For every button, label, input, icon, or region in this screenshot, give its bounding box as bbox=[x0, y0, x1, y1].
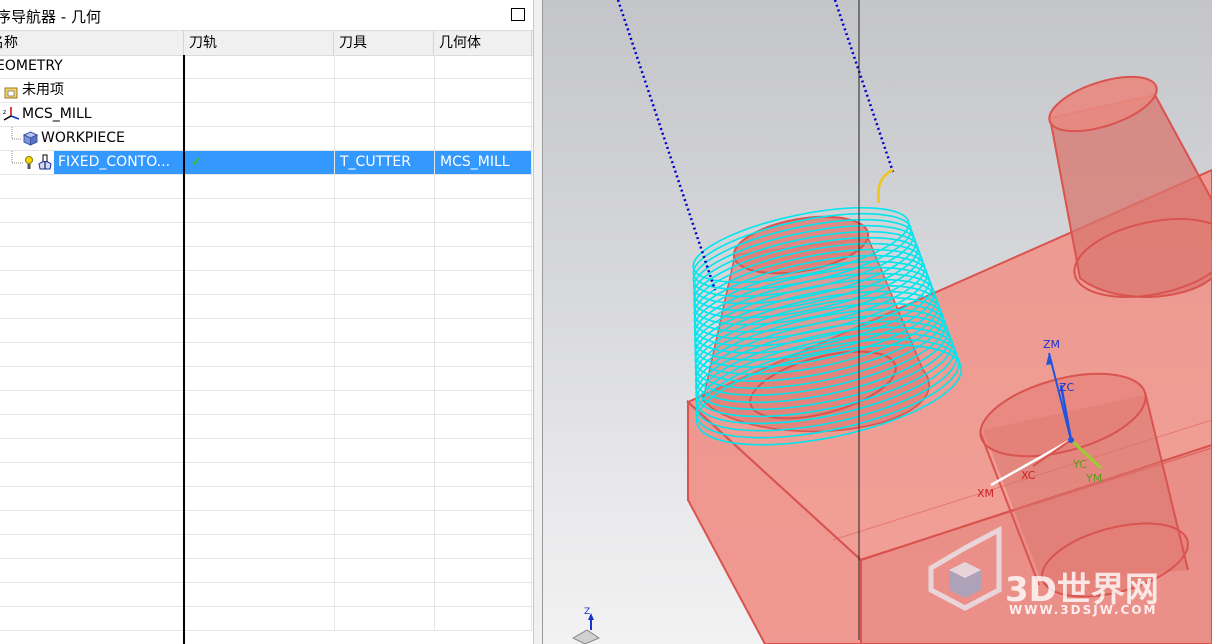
svg-text:z: z bbox=[3, 109, 6, 116]
cell-geometry bbox=[434, 103, 532, 126]
empty-row bbox=[0, 391, 533, 415]
empty-row bbox=[0, 511, 533, 535]
tool-arc bbox=[877, 168, 894, 204]
column-header-tool[interactable]: 刀具 bbox=[334, 31, 434, 55]
empty-row bbox=[0, 463, 533, 487]
zm-axis-label: ZM bbox=[1043, 338, 1060, 351]
node-label: MCS_MILL bbox=[22, 106, 92, 122]
cell-toolpath bbox=[184, 55, 334, 78]
empty-row bbox=[0, 535, 533, 559]
empty-row bbox=[0, 223, 533, 247]
view-orientation-triad: Z bbox=[571, 607, 601, 644]
yc-axis-label: YC bbox=[1072, 458, 1087, 471]
empty-row bbox=[0, 175, 533, 199]
empty-row bbox=[0, 247, 533, 271]
watermark-url: WWW.3DSJW.COM bbox=[1009, 603, 1158, 617]
empty-row bbox=[0, 295, 533, 319]
cell-toolpath bbox=[184, 103, 334, 126]
xc-axis-label: XC bbox=[1021, 469, 1036, 482]
cell-toolpath bbox=[184, 79, 334, 102]
ym-axis-label: YM bbox=[1085, 472, 1102, 485]
node-label: EOMETRY bbox=[0, 58, 63, 74]
mcs-axis-icon: z bbox=[3, 106, 20, 127]
graphics-viewport[interactable]: ZM ZC XC XM YC YM Z 3D世界网 WWW.3DSJW.COM bbox=[543, 0, 1212, 644]
tree-row-geometry-root[interactable]: EOMETRY bbox=[0, 55, 533, 79]
empty-row bbox=[0, 439, 533, 463]
node-label: WORKPIECE bbox=[41, 130, 125, 146]
zc-axis-label: ZC bbox=[1059, 381, 1075, 394]
cell-tool: T_CUTTER bbox=[334, 151, 434, 174]
empty-row bbox=[0, 319, 533, 343]
cell-tool bbox=[334, 55, 434, 78]
empty-row bbox=[0, 199, 533, 223]
node-label: 未用项 bbox=[22, 82, 64, 98]
empty-row bbox=[0, 607, 533, 631]
empty-row bbox=[0, 271, 533, 295]
workpiece-cube-icon bbox=[22, 131, 39, 150]
cell-geometry bbox=[434, 79, 532, 102]
empty-row bbox=[0, 559, 533, 583]
operation-icon bbox=[37, 154, 53, 175]
check-icon: ✔ bbox=[184, 151, 334, 174]
empty-row bbox=[0, 583, 533, 607]
cell-geometry: MCS_MILL bbox=[434, 151, 532, 174]
cell-tool bbox=[334, 127, 434, 150]
empty-row bbox=[0, 415, 533, 439]
navigator-tree: EOMETRY 未用项 z MCS_MILL WORKPIECE FIXED_C… bbox=[0, 55, 533, 631]
empty-row bbox=[0, 487, 533, 511]
panel-splitter[interactable] bbox=[533, 0, 543, 644]
folder-icon bbox=[4, 84, 18, 103]
navigator-title: 序导航器 - 几何 bbox=[0, 8, 101, 26]
operation-navigator-panel: 序导航器 - 几何 名称 刀轨 刀具 几何体 EOMETRY 未用项 bbox=[0, 0, 533, 644]
cell-geometry bbox=[434, 127, 532, 150]
z-axis-label: Z bbox=[584, 607, 590, 617]
node-label: FIXED_CONTO... bbox=[58, 154, 171, 170]
cell-geometry bbox=[434, 55, 532, 78]
empty-row bbox=[0, 367, 533, 391]
navigator-title-bar: 序导航器 - 几何 bbox=[0, 0, 533, 30]
column-header-geometry[interactable]: 几何体 bbox=[434, 31, 532, 55]
xm-axis-label: XM bbox=[977, 487, 994, 500]
status-bulb-icon bbox=[25, 155, 33, 175]
column-divider-line[interactable] bbox=[183, 55, 185, 644]
tree-row-mcs-mill[interactable]: z MCS_MILL bbox=[0, 103, 533, 127]
tree-row-unused-items[interactable]: 未用项 bbox=[0, 79, 533, 103]
empty-row bbox=[0, 343, 533, 367]
column-header-toolpath[interactable]: 刀轨 bbox=[184, 31, 334, 55]
maximize-button[interactable] bbox=[511, 8, 525, 21]
cell-toolpath bbox=[184, 127, 334, 150]
column-header-row: 名称 刀轨 刀具 几何体 bbox=[0, 30, 533, 56]
cell-tool bbox=[334, 103, 434, 126]
tree-row-fixed-contour-operation[interactable]: FIXED_CONTO... ✔ T_CUTTER MCS_MILL bbox=[0, 151, 533, 175]
cell-tool bbox=[334, 79, 434, 102]
column-header-name[interactable]: 名称 bbox=[0, 31, 184, 55]
tree-row-workpiece[interactable]: WORKPIECE bbox=[0, 127, 533, 151]
